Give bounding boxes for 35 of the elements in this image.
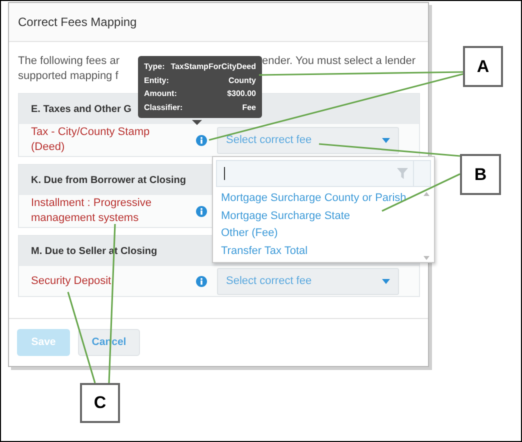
callout-label: C — [80, 383, 120, 423]
caret-icon — [382, 278, 390, 284]
tooltip-value: Fee — [242, 102, 256, 114]
info-icon[interactable] — [196, 206, 207, 216]
dialog-title: Correct Fees Mapping — [18, 14, 137, 31]
info-icon[interactable] — [196, 134, 207, 146]
fee-name: Tax - City/County Stamp (Deed) — [31, 125, 151, 155]
filter-icon — [397, 168, 408, 179]
dropdown-option[interactable]: Other (Fee) — [213, 225, 422, 242]
tooltip-value: County — [228, 74, 256, 87]
tooltip-pointer — [192, 120, 202, 125]
dropdown-option[interactable]: Mortgage Surcharge County or Parish — [213, 190, 422, 208]
search-field[interactable] — [216, 160, 431, 187]
dropdown-option[interactable]: Mortgage Surcharge State — [213, 208, 422, 225]
section-heading: K. Due from Borrower at Closing — [31, 174, 186, 188]
info-icon[interactable] — [196, 276, 207, 286]
tooltip-value: TaxStampForCityDeed — [170, 61, 256, 73]
tooltip-value: $300.00 — [227, 88, 256, 100]
caret-icon — [382, 138, 390, 142]
callout-label: B — [460, 154, 501, 195]
tooltip-label: Type: — [144, 61, 165, 73]
fee-name: Installment : Progressive management systems — [31, 196, 152, 226]
tooltip-label: Amount: — [144, 88, 177, 100]
section-heading: E. Taxes and Other G — [31, 102, 132, 116]
description-text: supported mapping f — [18, 69, 120, 84]
fee-select[interactable]: Select correct fee — [217, 126, 399, 154]
description-text: The following fees ar — [18, 54, 120, 69]
fee-select[interactable]: Select correct fee — [217, 268, 399, 294]
tooltip-label: Classifier: — [144, 102, 183, 114]
tooltip-label: Entity: — [144, 74, 169, 87]
callout-label: A — [463, 46, 503, 87]
description-text: ender. You must select a lender — [262, 54, 416, 69]
fee-name: Security Deposit — [31, 274, 112, 288]
dropdown-option[interactable]: Transfer Tax Total — [213, 242, 422, 260]
scrollbar[interactable] — [422, 190, 431, 262]
